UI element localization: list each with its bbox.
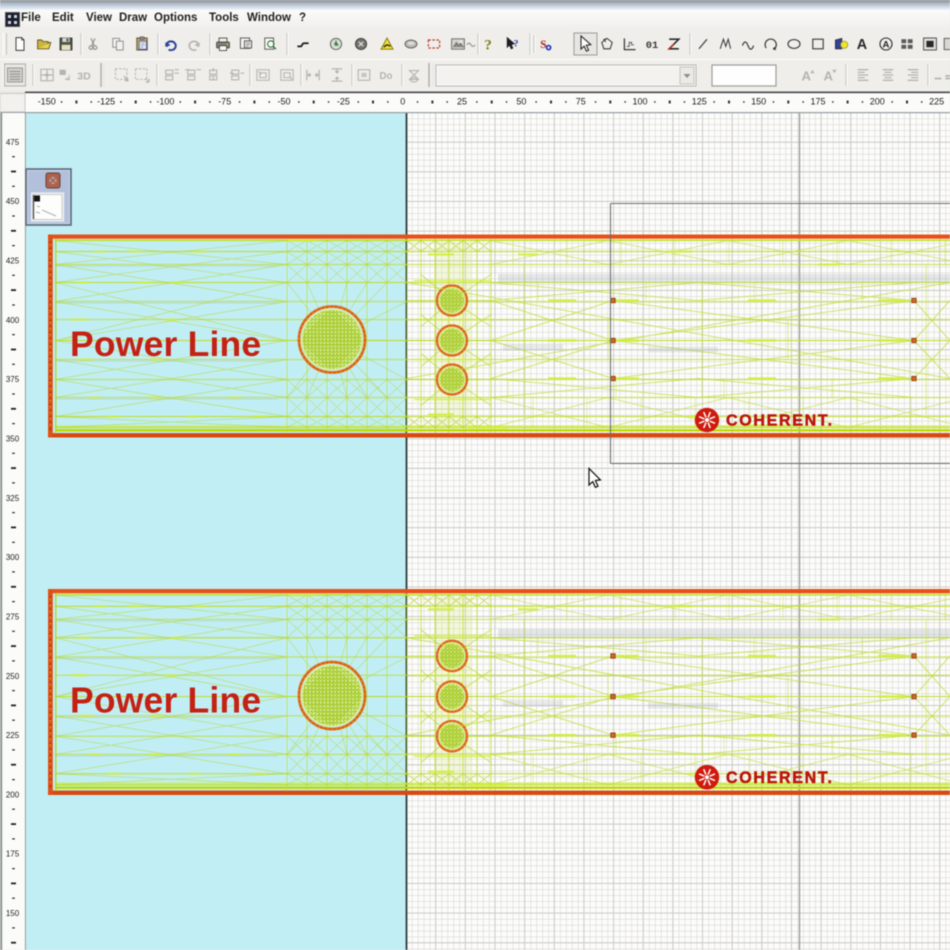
svg-text:A: A (883, 40, 890, 51)
svg-text:350: 350 (6, 434, 20, 443)
svg-text:100: 100 (632, 97, 647, 107)
svg-text:225: 225 (929, 97, 944, 107)
svg-text:200: 200 (870, 97, 885, 107)
svg-text:A: A (857, 37, 868, 53)
svg-text:200: 200 (6, 790, 20, 799)
svg-text:400: 400 (6, 316, 20, 325)
svg-text:175: 175 (6, 850, 20, 859)
svg-text:?: ? (484, 37, 492, 54)
svg-text:?: ? (514, 38, 519, 49)
svg-text:0: 0 (400, 97, 405, 107)
svg-text:175: 175 (810, 97, 825, 107)
svg-text:475: 475 (6, 138, 20, 147)
svg-text:Do: Do (380, 71, 393, 82)
svg-text:-75: -75 (218, 97, 231, 107)
svg-text:125: 125 (692, 97, 707, 107)
svg-text:-150: -150 (38, 97, 56, 107)
svg-text:A: A (823, 68, 833, 83)
svg-text:A: A (801, 68, 811, 83)
svg-text:S: S (540, 39, 546, 51)
svg-text:325: 325 (6, 494, 20, 503)
svg-text:3D: 3D (77, 70, 91, 82)
svg-text:-100: -100 (156, 97, 174, 107)
svg-text:75: 75 (576, 97, 586, 107)
svg-text:-25: -25 (337, 97, 350, 107)
svg-text:50: 50 (516, 97, 526, 107)
svg-text:-50: -50 (277, 97, 290, 107)
svg-text:150: 150 (6, 909, 20, 918)
svg-text:250: 250 (6, 672, 20, 681)
svg-text:150: 150 (751, 97, 766, 107)
svg-text:300: 300 (6, 553, 20, 562)
svg-text:01: 01 (646, 40, 658, 52)
svg-text:275: 275 (6, 612, 20, 621)
svg-text:450: 450 (6, 197, 20, 206)
svg-text:225: 225 (6, 731, 20, 740)
svg-text:-125: -125 (97, 97, 115, 107)
svg-text:25: 25 (457, 97, 467, 107)
svg-text:375: 375 (6, 375, 20, 384)
svg-text:425: 425 (6, 257, 20, 266)
